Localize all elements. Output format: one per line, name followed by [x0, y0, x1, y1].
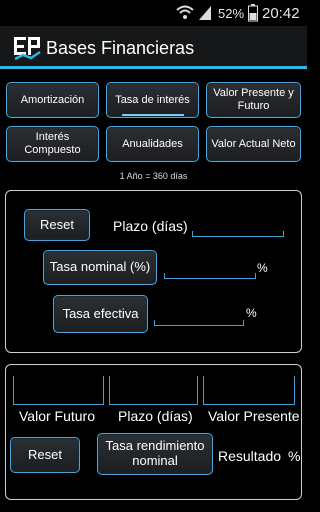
status-time: 20:42	[262, 5, 300, 22]
nav-button-interes-compuesto[interactable]: Interés Compuesto	[6, 126, 99, 162]
nav-button-valor-actual-neto[interactable]: Valor Actual Neto	[206, 126, 301, 162]
resultado-label: Resultado	[218, 448, 282, 464]
tasa-efectiva-output	[154, 325, 244, 326]
valor-futuro-label: Valor Futuro	[19, 408, 95, 424]
tasa-rendimiento-button[interactable]: Tasa rendimiento nominal	[97, 433, 213, 475]
plazo-dias-label-2: Plazo (días)	[118, 408, 193, 424]
plazo-label: Plazo (días)	[113, 218, 188, 234]
app-logo-icon	[13, 35, 41, 61]
tasa-efectiva-button[interactable]: Tasa efectiva	[53, 295, 148, 333]
nav-button-tasa-de-interes[interactable]: Tasa de interés	[106, 82, 199, 118]
valor-futuro-input[interactable]	[13, 376, 104, 405]
battery-icon	[248, 4, 258, 22]
plazo-input[interactable]	[192, 236, 284, 237]
signal-icon	[198, 5, 212, 21]
year-days-note: 1 Año = 360 días	[119, 171, 188, 181]
valor-presente-input[interactable]	[203, 376, 295, 405]
reset-button-1[interactable]: Reset	[24, 209, 90, 241]
tasa-efectiva-output-ticks	[154, 320, 244, 325]
nav-button-valor-presente-futuro[interactable]: Valor Presente y Futuro	[206, 82, 301, 118]
app-title: Bases Financieras	[46, 38, 195, 58]
valor-presente-label: Valor Presente	[208, 408, 300, 424]
reset-button-2[interactable]: Reset	[10, 437, 80, 473]
plazo-dias-input-2[interactable]	[109, 376, 198, 405]
plazo-input-ticks	[192, 231, 284, 236]
resultado-percent: %	[288, 448, 301, 464]
tasa-nominal-percent: %	[257, 261, 268, 275]
action-bar-divider	[0, 66, 307, 69]
status-bar	[0, 0, 307, 26]
nav-button-amortizacion[interactable]: Amortización	[6, 82, 99, 118]
wifi-icon	[176, 4, 194, 20]
tasa-nominal-input-ticks	[164, 273, 256, 278]
tasa-nominal-input[interactable]	[164, 278, 256, 279]
selected-tab-indicator	[122, 114, 184, 116]
battery-percent: 52%	[218, 6, 245, 21]
nav-button-anualidades[interactable]: Anualidades	[106, 126, 199, 162]
tasa-nominal-button[interactable]: Tasa nominal (%)	[43, 250, 157, 285]
tasa-efectiva-percent: %	[246, 306, 257, 320]
